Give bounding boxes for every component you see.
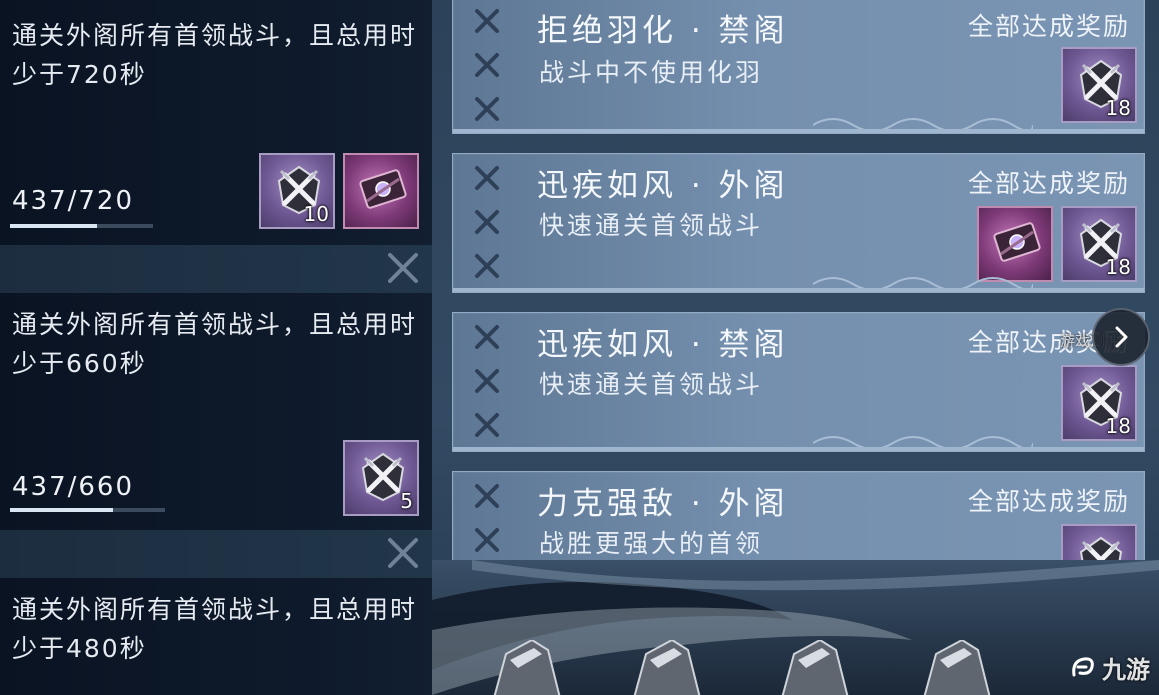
achievement-title: 力克强敌 · 外阁 — [537, 486, 789, 522]
condition-marks — [473, 7, 509, 139]
reward-count: 18 — [1105, 255, 1131, 279]
achievement-list: 拒绝羽化 · 禁阁 战斗中不使用化羽 全部达成奖励 18 迅疾如风 · 外阁 快… — [432, 0, 1159, 695]
requirement-list: 通关外阁所有首领战斗，且总用时少于720秒 437/720 10 通关外阁所有首… — [0, 0, 432, 695]
requirement-condition: 通关外阁所有首领战斗，且总用时少于720秒 — [12, 21, 418, 89]
condition-marks — [473, 482, 509, 570]
crossed-swords-mark-icon — [475, 97, 499, 121]
crossed-swords-mark-icon — [475, 166, 499, 190]
crest-ornament — [923, 640, 991, 695]
reward-item[interactable]: 5 — [343, 440, 419, 516]
reward-item[interactable]: 10 — [259, 153, 335, 229]
crest-ornament — [493, 640, 561, 695]
crest-ornament — [633, 640, 701, 695]
reward-label: 全部达成奖励 — [967, 487, 1130, 516]
achievement-title: 迅疾如风 · 外阁 — [537, 168, 789, 204]
achievement-description: 快速通关首领战斗 — [539, 370, 764, 399]
requirement-card[interactable]: 通关外阁所有首领战斗，且总用时少于480秒 — [0, 578, 432, 695]
achievement-description: 战斗中不使用化羽 — [539, 58, 764, 87]
progress-bar-fill — [10, 508, 113, 512]
achievement-title: 迅疾如风 · 禁阁 — [537, 327, 789, 363]
achievement-card[interactable]: 迅疾如风 · 外阁 快速通关首领战斗 全部达成奖励 18 — [452, 153, 1145, 293]
crossed-swords-mark-icon — [475, 528, 499, 552]
reward-count: 5 — [400, 489, 413, 513]
crest-ornament — [781, 640, 849, 695]
crossed-swords-mark-icon — [475, 53, 499, 77]
achievement-description: 战胜更强大的首领 — [539, 529, 764, 558]
condition-marks — [473, 323, 509, 455]
condition-marks — [473, 164, 509, 296]
reward-item[interactable]: 18 — [1061, 47, 1137, 123]
requirement-condition: 通关外阁所有首领战斗，且总用时少于660秒 — [12, 310, 418, 378]
reward-count: 10 — [303, 202, 329, 226]
progress-bar — [10, 224, 153, 228]
brand-text: 九游 — [1102, 656, 1150, 684]
section-divider — [0, 245, 432, 293]
reward-item[interactable] — [977, 206, 1053, 282]
achievement-description: 快速通关首领战斗 — [539, 211, 764, 240]
crossed-swords-mark-icon — [388, 538, 418, 568]
reward-label: 全部达成奖励 — [967, 12, 1130, 41]
reward-label: 全部达成奖励 — [967, 169, 1130, 198]
crossed-swords-mark-icon — [475, 484, 499, 508]
wave-ornament — [813, 118, 1033, 129]
wave-ornament — [813, 436, 1033, 447]
progress-count: 437/720 — [12, 186, 135, 216]
reward-item[interactable] — [343, 153, 419, 229]
scroll-artifact-icon — [993, 222, 1041, 262]
crossed-swords-mark-icon — [388, 253, 418, 283]
progress-bar — [10, 508, 165, 512]
wave-ornament — [813, 277, 1033, 288]
achievement-card[interactable]: 迅疾如风 · 禁阁 快速通关首领战斗 全部达成奖励 18 — [452, 312, 1145, 452]
achievement-card[interactable]: 拒绝羽化 · 禁阁 战斗中不使用化羽 全部达成奖励 18 — [452, 0, 1145, 134]
progress-bar-fill — [10, 224, 97, 228]
crossed-swords-mark-icon — [475, 413, 499, 437]
reward-item[interactable]: 18 — [1061, 365, 1137, 441]
progress-count: 437/660 — [12, 472, 135, 502]
brand-watermark: 九游 — [1068, 650, 1150, 685]
crossed-swords-mark-icon — [475, 369, 499, 393]
crossed-swords-mark-icon — [475, 210, 499, 234]
scroll-artifact-icon — [359, 169, 407, 209]
crossed-swords-mark-icon — [475, 254, 499, 278]
requirement-card[interactable]: 通关外阁所有首领战斗，且总用时少于660秒 437/660 5 — [0, 293, 432, 530]
requirement-condition: 通关外阁所有首领战斗，且总用时少于480秒 — [12, 595, 418, 663]
reward-count: 18 — [1105, 96, 1131, 120]
requirement-card[interactable]: 通关外阁所有首领战斗，且总用时少于720秒 437/720 10 — [0, 0, 432, 245]
crossed-swords-mark-icon — [475, 9, 499, 33]
reward-count: 18 — [1105, 414, 1131, 438]
crossed-swords-mark-icon — [475, 325, 499, 349]
achievement-title: 拒绝羽化 · 禁阁 — [537, 13, 789, 49]
jiuyou-logo-icon — [1072, 656, 1094, 676]
next-page-button[interactable] — [1092, 308, 1150, 366]
section-divider — [0, 530, 432, 578]
chevron-right-icon — [1115, 326, 1128, 348]
reward-item[interactable]: 18 — [1061, 206, 1137, 282]
